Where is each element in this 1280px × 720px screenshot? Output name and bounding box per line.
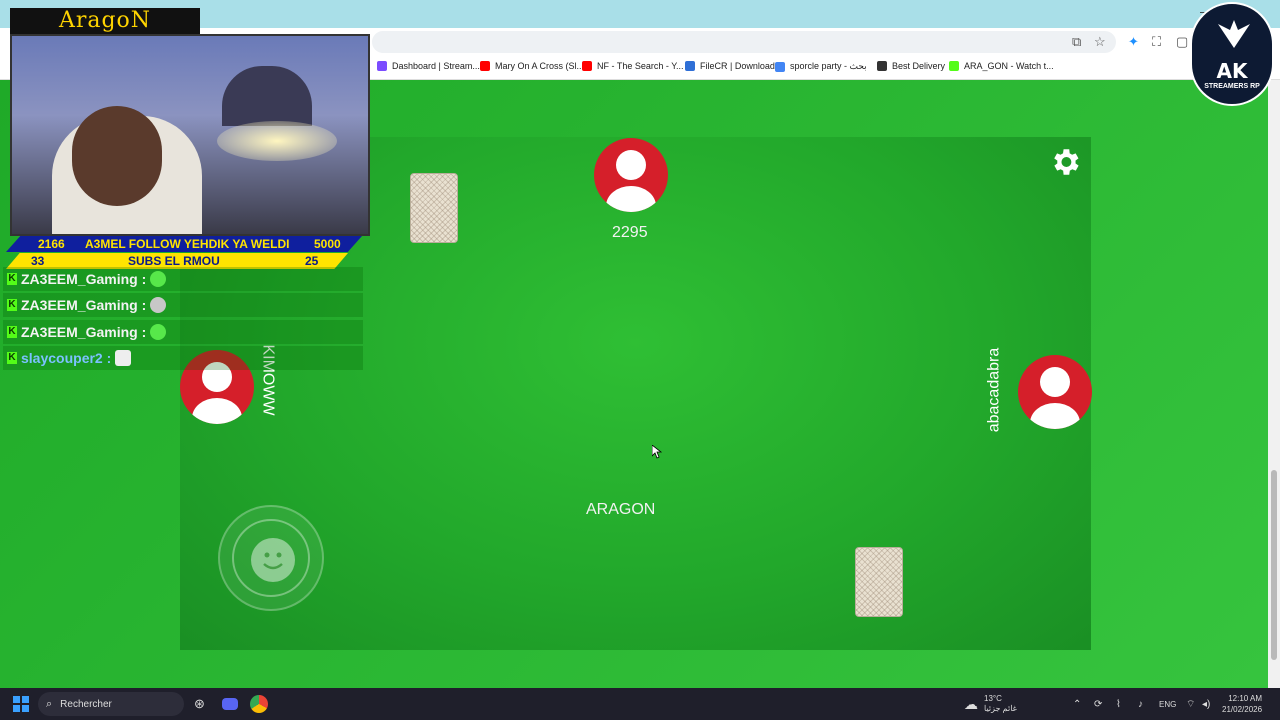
follow-goal-banner: 2166 A3MEL FOLLOW YEHDIK YA WELDI 5000 — [6, 236, 362, 252]
sidepanel-icon[interactable]: ▢ — [1176, 34, 1188, 50]
weather-widget[interactable]: ☁ 13°C غائم جزئيا — [964, 688, 1017, 720]
language-indicator[interactable]: ENG — [1159, 688, 1176, 720]
search-icon: ⌕ — [46, 697, 53, 710]
player-top-avatar[interactable] — [594, 138, 668, 212]
smiley-face-graphic — [263, 552, 283, 570]
emote-icon — [150, 297, 167, 313]
bookmark-6[interactable]: Best Delivery — [877, 61, 945, 71]
bookmark-favicon — [877, 61, 887, 71]
webcam-light — [217, 121, 337, 161]
kick-icon: K — [7, 326, 17, 338]
chat-username: slaycouper2 : — [21, 350, 112, 366]
clock-date: 21/02/2026 — [1222, 705, 1263, 714]
emote-icon — [150, 271, 167, 287]
wifi-icon[interactable]: ⌔ — [1186, 688, 1195, 720]
chat-username: ZA3EEM_Gaming : — [21, 271, 147, 287]
bookmark-1[interactable]: Dashboard | Stream... — [377, 61, 480, 71]
kick-icon — [949, 61, 959, 71]
google-icon — [775, 61, 785, 72]
network-icon[interactable]: ⌇ — [1116, 688, 1121, 720]
clock[interactable]: 12:10 AM 21/02/2026 — [1222, 688, 1262, 720]
avatar-head — [1040, 367, 1070, 397]
youtube-icon — [582, 61, 592, 71]
bookmark-label: sporcle party - بحث — [790, 61, 867, 71]
taskbar: ⌕ Rechercher ⊛ ☁ 13°C غائم جزئيا ⌃ ⟳ ⌇ ♪… — [0, 688, 1280, 720]
emoji-button-ring — [232, 519, 310, 597]
discord-icon[interactable] — [222, 688, 238, 720]
bookmark-7[interactable]: ARA_GON - Watch t... — [949, 61, 1054, 71]
chrome-icon[interactable] — [250, 688, 268, 720]
smiley-icon — [251, 538, 295, 582]
follow-count: 2166 — [38, 237, 65, 251]
taskbar-search-label: Rechercher — [60, 698, 112, 710]
kick-icon: K — [7, 352, 17, 364]
extension-icon[interactable]: ✦ — [1128, 34, 1139, 50]
chat-message: K ZA3EEM_Gaming : — [3, 267, 363, 291]
streamer-brand-logo: AragoN — [10, 8, 200, 34]
avatar-body — [606, 186, 656, 212]
bookmark-label: Dashboard | Stream... — [392, 61, 480, 71]
weather-temp: 13°C — [984, 694, 1002, 703]
address-bar[interactable] — [372, 31, 1116, 53]
bookmark-label: NF - The Search - Y... — [597, 61, 684, 71]
emoji-button[interactable] — [218, 505, 324, 611]
ak-streamers-logo: AK STREAMERS RP — [1190, 2, 1274, 106]
bookmark-3[interactable]: NF - The Search - Y... — [582, 61, 684, 71]
follow-goal-target: 5000 — [314, 237, 341, 251]
start-button[interactable] — [13, 688, 29, 720]
chevron-up-icon[interactable]: ⌃ — [1073, 688, 1081, 720]
chat-message: K slaycouper2 : — [3, 346, 363, 370]
bookmark-label: Best Delivery — [892, 61, 946, 71]
chat-username: ZA3EEM_Gaming : — [21, 324, 147, 340]
kick-icon: K — [7, 299, 17, 311]
player-top-name: 2295 — [612, 224, 648, 241]
chat-message: K ZA3EEM_Gaming : — [3, 293, 363, 317]
bookmark-label: ARA_GON - Watch t... — [964, 61, 1054, 71]
bookmark-2[interactable]: Mary On A Cross (Sl... — [480, 61, 584, 71]
webcam-feed — [10, 34, 370, 236]
emote-icon — [150, 324, 167, 340]
mouse-cursor-icon — [652, 445, 662, 459]
webcam-background-poster — [222, 66, 312, 126]
mic-icon[interactable]: ♪ — [1138, 688, 1143, 720]
chat-message: K ZA3EEM_Gaming : — [3, 320, 363, 344]
taskbar-search[interactable]: ⌕ Rechercher — [38, 692, 184, 716]
bookmark-4[interactable]: FileCR | Download — [685, 61, 775, 71]
player-right-avatar[interactable] — [1018, 355, 1092, 429]
bookmark-favicon — [377, 61, 387, 71]
card-back — [410, 173, 458, 243]
bookmark-favicon — [685, 61, 695, 71]
bookmark-5[interactable]: sporcle party - بحث — [775, 61, 867, 72]
logo-sub-text: STREAMERS RP — [1204, 83, 1260, 90]
chat-username: ZA3EEM_Gaming : — [21, 297, 147, 313]
gear-icon[interactable] — [1048, 145, 1082, 179]
kick-icon: K — [7, 273, 17, 285]
player-bottom-name: ARAGON — [586, 501, 656, 518]
player-right-name: abacadabra — [985, 347, 1003, 433]
avatar-body — [192, 398, 242, 424]
windows-icon — [13, 696, 29, 712]
eagle-icon — [1218, 20, 1250, 48]
card-back[interactable] — [855, 547, 903, 617]
webcam-streamer-head — [72, 106, 162, 206]
logo-main-text: AK — [1216, 59, 1248, 83]
clock-time: 12:10 AM — [1228, 694, 1263, 703]
emote-icon — [115, 350, 132, 366]
bookmark-label: FileCR | Download — [700, 61, 775, 71]
youtube-icon — [480, 61, 490, 71]
bookmark-star-icon[interactable]: ☆ — [1094, 34, 1106, 50]
taskview-icon[interactable]: ⊛ — [194, 688, 205, 720]
weather-icon: ☁ — [964, 695, 978, 712]
volume-icon[interactable]: ◂) — [1202, 688, 1210, 720]
avatar-body — [1030, 403, 1080, 429]
follow-goal-text: A3MEL FOLLOW YEHDIK YA WELDI — [85, 237, 290, 251]
scrollbar-thumb[interactable] — [1271, 470, 1277, 660]
sync-icon[interactable]: ⟳ — [1094, 688, 1102, 720]
extension-puzzle-icon[interactable]: ⛶ — [1152, 34, 1161, 50]
avatar-head — [616, 150, 646, 180]
bookmark-label: Mary On A Cross (Sl... — [495, 61, 585, 71]
translate-icon[interactable]: ⧉ — [1072, 34, 1081, 50]
weather-text: غائم جزئيا — [984, 704, 1017, 713]
